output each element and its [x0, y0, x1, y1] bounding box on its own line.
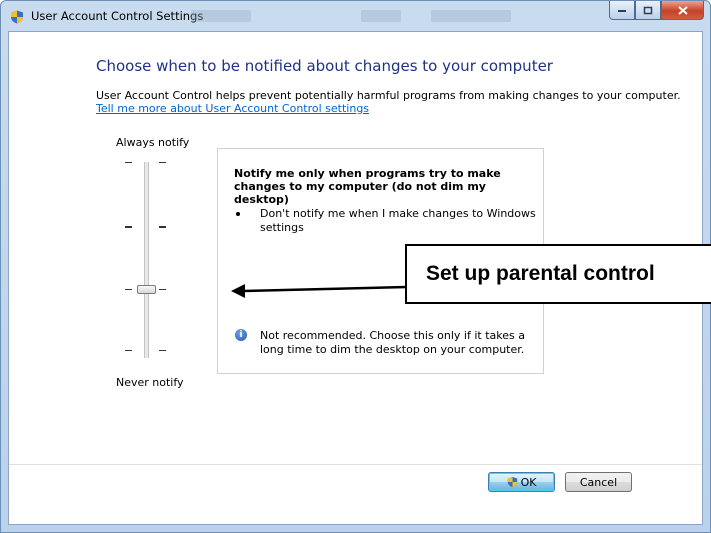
ok-button-label: OK [520, 475, 537, 489]
setting-title: Notify me only when programs try to make… [234, 167, 501, 206]
cancel-button-label: Cancel [579, 475, 618, 489]
notification-level-slider[interactable] [121, 162, 171, 358]
uac-shield-icon [11, 10, 23, 24]
close-icon [677, 5, 688, 15]
page-heading: Choose when to be notified about changes… [96, 57, 553, 75]
slider-tick [159, 226, 166, 228]
background-title-ghost [361, 10, 401, 22]
page-description: User Account Control helps prevent poten… [96, 89, 681, 102]
setting-bullet: Don't notify me when I make changes to W… [260, 207, 536, 234]
annotation-callout: Set up parental control [405, 244, 711, 304]
title-bar[interactable]: User Account Control Settings [1, 1, 710, 31]
slider-tick [159, 162, 166, 163]
slider-tick [125, 162, 132, 163]
setting-recommendation: Not recommended. Choose this only if it … [260, 329, 525, 356]
slider-bottom-label: Never notify [116, 376, 184, 389]
background-title-ghost [191, 10, 251, 22]
minimize-button[interactable] [609, 1, 635, 20]
slider-thumb[interactable] [137, 285, 156, 294]
bullet-icon [236, 212, 240, 216]
slider-track[interactable] [144, 162, 149, 358]
minimize-icon [618, 10, 626, 12]
slider-tick [125, 350, 132, 351]
slider-top-label: Always notify [116, 136, 190, 149]
ok-button[interactable]: OK [488, 472, 555, 492]
window-title: User Account Control Settings [31, 9, 204, 23]
slider-tick [159, 289, 166, 290]
slider-tick [125, 226, 132, 228]
info-icon: i [235, 329, 247, 341]
maximize-button[interactable] [635, 1, 661, 20]
background-title-ghost [431, 10, 511, 22]
uac-shield-icon [507, 476, 517, 488]
cancel-button[interactable]: Cancel [565, 472, 632, 492]
slider-tick [159, 350, 166, 351]
learn-more-link[interactable]: Tell me more about User Account Control … [96, 102, 369, 115]
footer-separator [9, 464, 702, 465]
window-controls [609, 1, 704, 21]
slider-tick [125, 289, 132, 290]
close-button[interactable] [661, 1, 704, 20]
maximize-icon [643, 6, 653, 14]
annotation-arrow [231, 284, 408, 298]
